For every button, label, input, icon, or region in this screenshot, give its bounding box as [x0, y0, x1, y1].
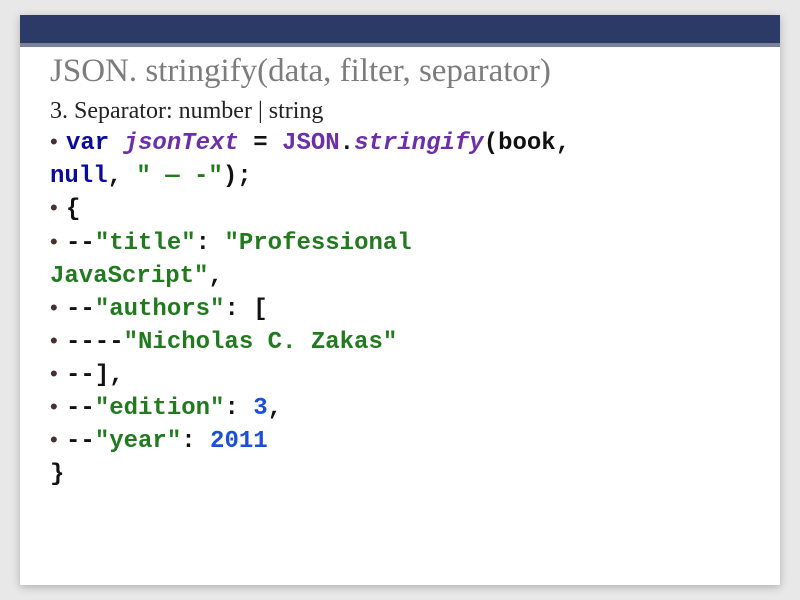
slide-top-bar: [20, 15, 780, 47]
indent-dashes: --: [66, 395, 95, 422]
comma: ,: [208, 263, 222, 290]
indent-dashes: --: [66, 296, 95, 323]
comma: ,: [556, 130, 570, 157]
colon: :: [224, 296, 253, 323]
method-stringify: stringify: [354, 130, 484, 157]
code-block: var jsonText = JSON.stringify(book, null…: [50, 127, 750, 491]
value-edition: 3: [253, 395, 267, 422]
key-title: "title": [95, 230, 196, 257]
comma: ,: [108, 163, 137, 190]
slide-content: JSON. stringify(data, filter, separator)…: [20, 47, 780, 501]
code-line-11: }: [50, 458, 750, 491]
slide-title: JSON. stringify(data, filter, separator): [50, 51, 750, 92]
key-authors: "authors": [95, 296, 225, 323]
key-year: "year": [95, 428, 181, 455]
paren-open: (: [484, 130, 498, 157]
indent-dashes: --: [66, 230, 95, 257]
code-line-3: {: [50, 193, 750, 226]
colon: :: [181, 428, 210, 455]
bracket-open: [: [253, 296, 267, 323]
keyword-var: var: [66, 130, 124, 157]
comma: ,: [268, 395, 282, 422]
code-line-5: JavaScript",: [50, 260, 750, 293]
value-title-part2: JavaScript": [50, 263, 208, 290]
code-line-8: --],: [50, 359, 750, 392]
arg-book: book: [498, 130, 556, 157]
colon: :: [196, 230, 225, 257]
code-line-2: null, " — -");: [50, 160, 750, 193]
value-author: "Nicholas C. Zakas": [124, 329, 398, 356]
code-line-4: --"title": "Professional: [50, 227, 750, 260]
paren-close: );: [223, 163, 252, 190]
class-json: JSON: [282, 130, 340, 157]
identifier-jsonText: jsonText: [124, 130, 239, 157]
slide-subtitle: 3. Separator: number | string: [50, 98, 750, 125]
keyword-null: null: [50, 163, 108, 190]
code-line-9: --"edition": 3,: [50, 392, 750, 425]
code-line-10: --"year": 2011: [50, 425, 750, 458]
string-separator: " — -": [136, 163, 222, 190]
colon: :: [224, 395, 253, 422]
code-line-7: ----"Nicholas C. Zakas": [50, 326, 750, 359]
indent-dashes: --: [66, 362, 95, 389]
key-edition: "edition": [95, 395, 225, 422]
bracket-close: ],: [95, 362, 124, 389]
code-line-1: var jsonText = JSON.stringify(book,: [50, 127, 750, 160]
slide: JSON. stringify(data, filter, separator)…: [20, 15, 780, 585]
brace-open: {: [66, 196, 80, 223]
equals: =: [239, 130, 282, 157]
indent-dashes: ----: [66, 329, 124, 356]
value-title-part1: "Professional: [224, 230, 411, 257]
code-line-6: --"authors": [: [50, 293, 750, 326]
dot: .: [340, 130, 354, 157]
value-year: 2011: [210, 428, 268, 455]
brace-close: }: [50, 461, 64, 488]
indent-dashes: --: [66, 428, 95, 455]
